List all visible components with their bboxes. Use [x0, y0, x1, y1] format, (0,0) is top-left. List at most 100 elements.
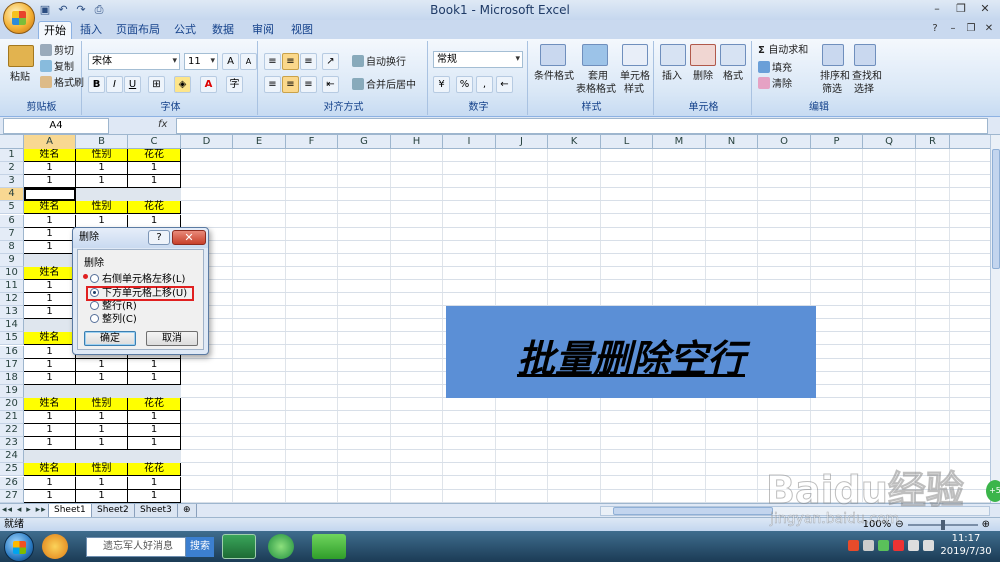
dialog-help-button[interactable]: ?: [148, 230, 170, 245]
close-icon[interactable]: ✕: [974, 1, 996, 17]
cell-c1[interactable]: 花花: [128, 149, 181, 162]
cell-c22[interactable]: 1: [128, 424, 181, 437]
select-all-corner[interactable]: [0, 135, 24, 149]
taskbar-search-button[interactable]: 搜索: [186, 537, 214, 557]
row-header-3[interactable]: 3: [0, 175, 24, 188]
row-header-11[interactable]: 11: [0, 280, 24, 293]
row-header-7[interactable]: 7: [0, 228, 24, 241]
tab-data[interactable]: 数据: [208, 21, 238, 39]
radio-entire-column[interactable]: [90, 314, 99, 323]
column-header-i[interactable]: I: [443, 135, 496, 149]
wechat-taskbar-icon[interactable]: [312, 534, 346, 559]
find-select-icon[interactable]: [854, 44, 876, 66]
excel-taskbar-icon[interactable]: [222, 534, 256, 559]
taskbar-clock[interactable]: 11:17 2019/7/30: [940, 532, 992, 558]
cell-b5[interactable]: 性别: [76, 201, 128, 214]
row-header-10[interactable]: 10: [0, 267, 24, 280]
cell-a24[interactable]: [24, 450, 76, 463]
comma-button[interactable]: ,: [476, 76, 493, 93]
restore-icon[interactable]: ❐: [950, 1, 972, 17]
tray-icon-4[interactable]: [893, 540, 904, 551]
column-header-n[interactable]: N: [706, 135, 758, 149]
cell-a22[interactable]: 1: [24, 424, 76, 437]
cell-c21[interactable]: 1: [128, 411, 181, 424]
column-header-k[interactable]: K: [548, 135, 601, 149]
sheet-nav-arrows-icon[interactable]: ◂◂ ◂ ▸ ▸▸: [2, 504, 47, 517]
column-header-d[interactable]: D: [181, 135, 233, 149]
cell-a13[interactable]: 1: [24, 306, 76, 319]
radio-shift-left[interactable]: [90, 274, 99, 283]
vertical-scrollbar[interactable]: [990, 135, 1000, 503]
sheet-tab-2[interactable]: Sheet2: [91, 504, 135, 518]
cell-a4[interactable]: [24, 188, 76, 201]
volume-icon[interactable]: [923, 540, 934, 551]
row-header-8[interactable]: 8: [0, 241, 24, 254]
row-header-2[interactable]: 2: [0, 162, 24, 175]
row-header-21[interactable]: 21: [0, 411, 24, 424]
italic-button[interactable]: I: [106, 76, 123, 93]
cell-a11[interactable]: 1: [24, 280, 76, 293]
column-header-l[interactable]: L: [601, 135, 653, 149]
cell-a25[interactable]: 姓名: [24, 463, 76, 476]
cell-b1[interactable]: 性别: [76, 149, 128, 162]
delete-cells-icon[interactable]: [690, 44, 716, 66]
row-header-15[interactable]: 15: [0, 332, 24, 345]
tab-insert[interactable]: 插入: [76, 21, 106, 39]
fill-button[interactable]: 填充: [758, 61, 792, 75]
cell-c25[interactable]: 花花: [128, 463, 181, 476]
zoom-in-icon[interactable]: ⊕: [982, 519, 990, 531]
cell-b2[interactable]: 1: [76, 162, 128, 175]
row-header-19[interactable]: 19: [0, 385, 24, 398]
cell-b27[interactable]: 1: [76, 490, 128, 503]
row-header-17[interactable]: 17: [0, 359, 24, 372]
cell-a5[interactable]: 姓名: [24, 201, 76, 214]
column-header-j[interactable]: J: [496, 135, 548, 149]
fill-color-icon[interactable]: ◈: [174, 76, 191, 93]
column-header-h[interactable]: H: [391, 135, 443, 149]
column-header-p[interactable]: P: [811, 135, 863, 149]
column-header-e[interactable]: E: [233, 135, 286, 149]
column-header-q[interactable]: Q: [863, 135, 916, 149]
row-header-1[interactable]: 1: [0, 149, 24, 162]
cell-a3[interactable]: 1: [24, 175, 76, 188]
cell-a12[interactable]: 1: [24, 293, 76, 306]
cell-b26[interactable]: 1: [76, 477, 128, 490]
currency-icon[interactable]: ¥: [433, 76, 450, 93]
tab-view[interactable]: 视图: [287, 21, 317, 39]
option-entire-row[interactable]: 整行(R): [90, 301, 137, 314]
column-header-f[interactable]: F: [286, 135, 338, 149]
tab-home[interactable]: 开始: [38, 21, 72, 39]
cell-c4[interactable]: [128, 188, 181, 201]
cell-a14[interactable]: [24, 319, 76, 332]
tray-icon-1[interactable]: [848, 540, 859, 551]
option-entire-column[interactable]: 整列(C): [90, 314, 137, 327]
row-header-22[interactable]: 22: [0, 424, 24, 437]
ok-button[interactable]: 确定: [84, 331, 136, 346]
taskbar-search-input[interactable]: 遗忘军人好消息: [86, 537, 186, 557]
cut-button[interactable]: 剪切: [40, 44, 74, 58]
grow-font-icon[interactable]: A: [222, 53, 239, 70]
conditional-format-button[interactable]: 条件格式: [534, 70, 574, 83]
delete-button[interactable]: 删除: [693, 70, 713, 83]
new-sheet-icon[interactable]: ⊕: [177, 504, 197, 518]
cell-b18[interactable]: 1: [76, 372, 128, 385]
name-box[interactable]: A4: [3, 118, 109, 134]
tray-icon-2[interactable]: [863, 540, 874, 551]
cancel-button[interactable]: 取消: [146, 331, 198, 346]
paste-icon[interactable]: [8, 45, 34, 67]
font-size-combo[interactable]: 11: [184, 53, 218, 70]
column-header-m[interactable]: M: [653, 135, 706, 149]
font-name-combo[interactable]: 宋体: [88, 53, 180, 70]
office-button[interactable]: [3, 2, 35, 34]
cell-a20[interactable]: 姓名: [24, 398, 76, 411]
border-icon[interactable]: ⊞: [148, 76, 165, 93]
formula-input[interactable]: [176, 118, 988, 134]
network-icon[interactable]: [908, 540, 919, 551]
cell-b20[interactable]: 性别: [76, 398, 128, 411]
cell-c3[interactable]: 1: [128, 175, 181, 188]
cell-b24[interactable]: [76, 450, 128, 463]
help-icon[interactable]: ?: [928, 22, 942, 36]
cell-c26[interactable]: 1: [128, 477, 181, 490]
wb-restore-icon[interactable]: ❐: [964, 22, 978, 36]
app-icon-1[interactable]: [42, 534, 68, 559]
